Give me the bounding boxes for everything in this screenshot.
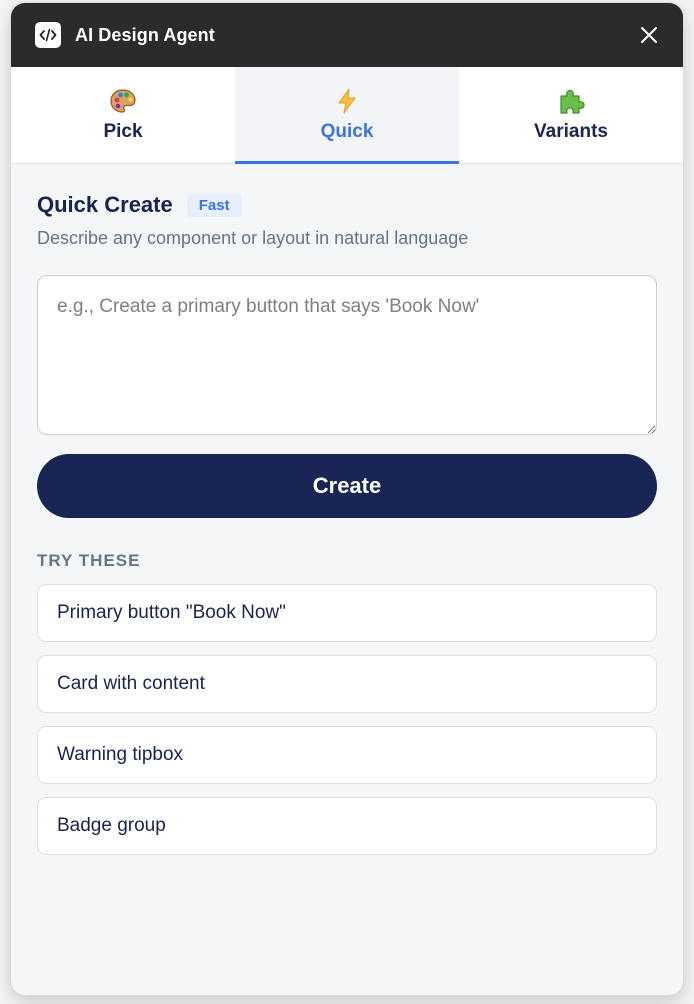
lightning-icon: [333, 87, 361, 115]
heading-row: Quick Create Fast: [37, 192, 657, 218]
tab-variants[interactable]: Variants: [459, 67, 683, 163]
palette-icon: [109, 87, 137, 115]
quick-create-section: Quick Create Fast Describe any component…: [11, 164, 683, 855]
prompt-input[interactable]: [37, 275, 657, 435]
speed-badge: Fast: [186, 193, 242, 217]
tab-bar: Pick Quick Variants: [11, 67, 683, 164]
code-icon: [35, 22, 61, 48]
section-title: Quick Create: [37, 192, 173, 217]
design-agent-panel: AI Design Agent Pick Quick Variants Quic…: [11, 3, 683, 995]
tab-pick[interactable]: Pick: [11, 67, 235, 163]
suggestion-list: Primary button "Book Now" Card with cont…: [37, 584, 657, 855]
create-button[interactable]: Create: [37, 454, 657, 518]
tab-label: Quick: [320, 121, 374, 142]
suggestion-item[interactable]: Card with content: [37, 655, 657, 713]
close-icon: [641, 27, 657, 43]
suggestion-item[interactable]: Primary button "Book Now": [37, 584, 657, 642]
suggestion-item[interactable]: Warning tipbox: [37, 726, 657, 784]
title-bar: AI Design Agent: [11, 3, 683, 67]
try-these-label: TRY THESE: [37, 551, 141, 570]
window-title: AI Design Agent: [75, 24, 215, 45]
close-button[interactable]: [637, 23, 661, 47]
tab-quick[interactable]: Quick: [235, 67, 459, 164]
suggestion-item[interactable]: Badge group: [37, 797, 657, 855]
tab-label: Pick: [103, 121, 143, 142]
section-subtitle: Describe any component or layout in natu…: [37, 228, 469, 248]
tab-label: Variants: [534, 121, 608, 142]
puzzle-icon: [557, 87, 585, 115]
